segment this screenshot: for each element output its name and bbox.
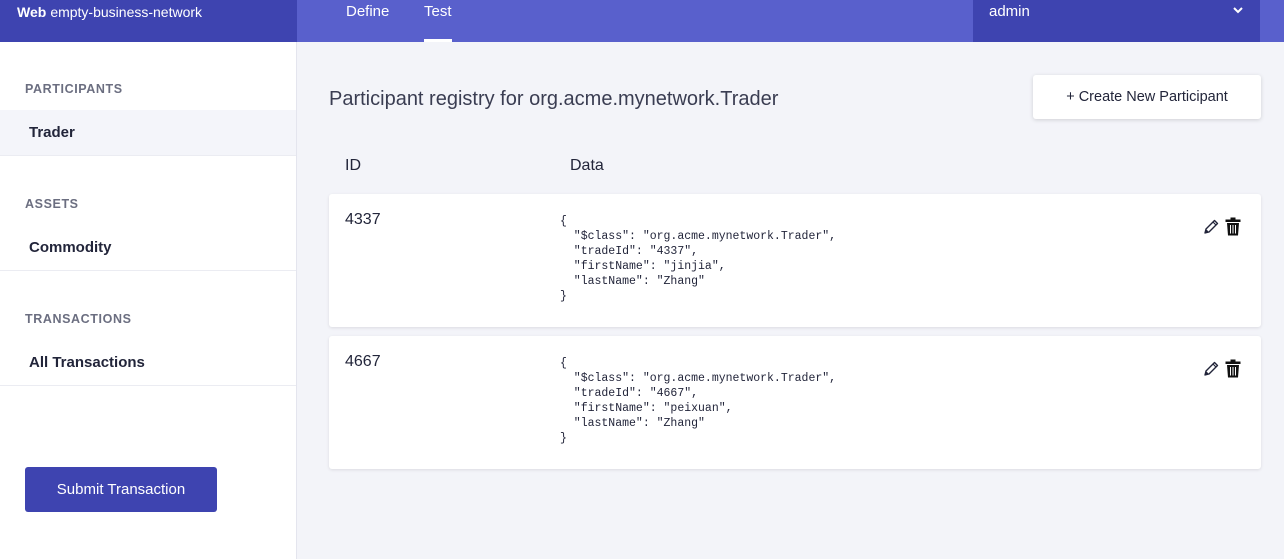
active-tab-indicator bbox=[424, 39, 452, 42]
sidebar-item-commodity[interactable]: Commodity bbox=[0, 225, 296, 271]
section-heading-transactions: TRANSACTIONS bbox=[25, 312, 132, 326]
section-heading-participants: PARTICIPANTS bbox=[25, 82, 123, 96]
edit-icon[interactable] bbox=[1202, 360, 1220, 378]
table-row: 4667 { "$class": "org.acme.mynetwork.Tra… bbox=[329, 336, 1261, 469]
edit-icon[interactable] bbox=[1202, 218, 1220, 236]
sidebar: PARTICIPANTS Trader ASSETS Commodity TRA… bbox=[0, 42, 297, 559]
table-row: 4337 { "$class": "org.acme.mynetwork.Tra… bbox=[329, 194, 1261, 327]
sidebar-item-trader[interactable]: Trader bbox=[0, 110, 296, 156]
user-name: admin bbox=[989, 3, 1030, 20]
app-brand[interactable]: Web empty-business-network bbox=[0, 0, 297, 42]
row-id: 4337 bbox=[345, 211, 381, 228]
section-heading-assets: ASSETS bbox=[25, 197, 79, 211]
chevron-down-icon bbox=[1233, 7, 1243, 14]
create-participant-button[interactable]: + Create New Participant bbox=[1033, 75, 1261, 119]
tab-test-label: Test bbox=[424, 3, 452, 20]
trash-icon[interactable] bbox=[1225, 359, 1241, 378]
page-title: Participant registry for org.acme.mynetw… bbox=[329, 88, 779, 110]
brand-network-name: empty-business-network bbox=[50, 4, 203, 20]
trash-icon[interactable] bbox=[1225, 217, 1241, 236]
user-menu[interactable]: admin bbox=[973, 0, 1260, 42]
brand-product: Web bbox=[17, 4, 47, 20]
column-header-id: ID bbox=[345, 157, 361, 174]
sidebar-item-all-transactions[interactable]: All Transactions bbox=[0, 340, 296, 386]
tab-define[interactable]: Define bbox=[346, 0, 389, 42]
row-data-json: { "$class": "org.acme.mynetwork.Trader",… bbox=[560, 215, 837, 303]
column-header-data: Data bbox=[570, 157, 604, 174]
tab-test[interactable]: Test bbox=[424, 0, 452, 42]
top-bar: Web empty-business-network Define Test ad… bbox=[0, 0, 1284, 42]
submit-transaction-button[interactable]: Submit Transaction bbox=[25, 467, 217, 512]
row-id: 4667 bbox=[345, 353, 381, 370]
row-data-json: { "$class": "org.acme.mynetwork.Trader",… bbox=[560, 357, 837, 445]
